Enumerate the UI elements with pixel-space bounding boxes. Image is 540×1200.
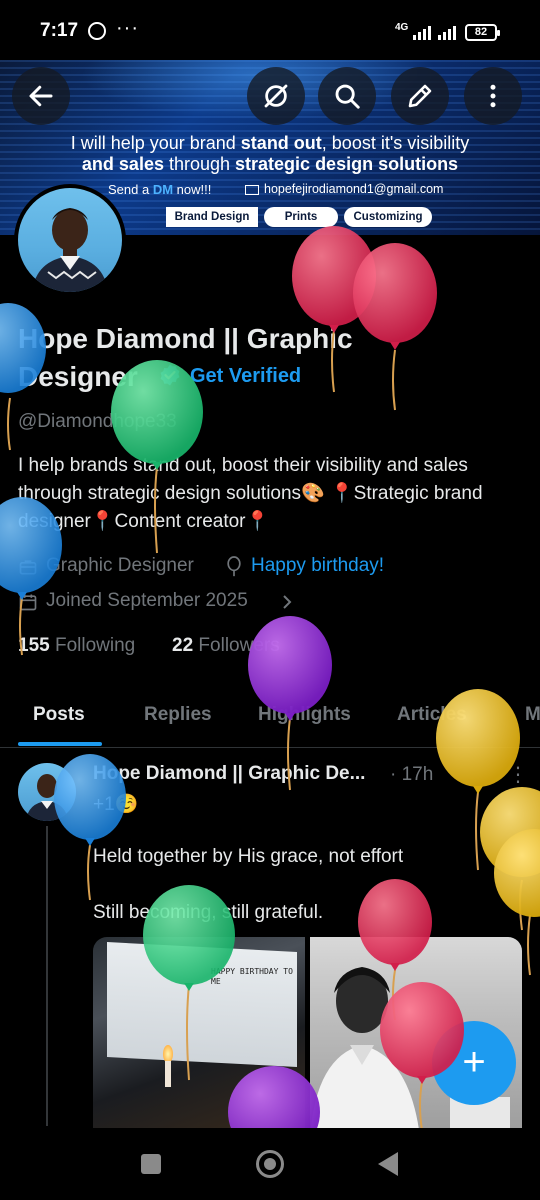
post-time: · 17h: [390, 764, 434, 785]
arrow-left-icon: [29, 85, 53, 107]
profile-bio: I help brands stand out, boost their vis…: [18, 455, 483, 532]
following-count: 155: [18, 635, 50, 656]
system-nav-bar: [0, 1128, 540, 1200]
battery-icon: 82: [465, 24, 500, 41]
post-avatar[interactable]: [18, 763, 76, 821]
banner-text: through: [163, 154, 236, 174]
following-link[interactable]: 155 Following: [18, 635, 135, 657]
system-back-button[interactable]: [378, 1152, 398, 1176]
post-more-icon[interactable]: ⋮: [508, 762, 528, 787]
post-avatar-illustration: [26, 774, 68, 821]
birthday-link[interactable]: Happy birthday!: [251, 555, 384, 577]
status-time: 7:17: [40, 20, 79, 41]
mail-icon: [245, 185, 259, 195]
get-verified-link[interactable]: Get Verified: [190, 365, 301, 388]
whatsapp-icon: [88, 22, 106, 40]
banner-text: now!!!: [173, 182, 212, 197]
back-button[interactable]: [12, 67, 70, 125]
chevron-right-icon[interactable]: [280, 593, 294, 611]
banner-text-bold: strategic design solutions: [235, 154, 459, 174]
banner-text: Send a: [108, 182, 153, 197]
banner-tag: Customizing: [344, 207, 432, 227]
banner-line-1: I will help your brand stand out, boost …: [0, 133, 540, 154]
briefcase-icon: [19, 560, 37, 575]
followers-label: Followers: [198, 635, 280, 656]
hide-button[interactable]: [247, 67, 305, 125]
recent-apps-button[interactable]: [141, 1154, 161, 1174]
post-text-line: +1☺️: [93, 794, 139, 815]
profile-tabs: Posts Replies Highlights Articles M: [0, 690, 540, 748]
plus-icon: +: [462, 1040, 486, 1084]
status-more-dots: ···: [116, 17, 139, 39]
banner-text-bold: and sales: [81, 154, 164, 174]
post-image-laptop[interactable]: HAPPY BIRTHDAY TO ME: [93, 937, 305, 1137]
laptop-screen-text: HAPPY BIRTHDAY TO ME: [211, 967, 293, 986]
edit-button[interactable]: [391, 67, 449, 125]
calendar-icon: [19, 594, 37, 611]
more-options-button[interactable]: [464, 67, 522, 125]
banner-dm: DM: [152, 182, 174, 197]
banner-dm-line: Send a DM now!!!: [108, 182, 211, 197]
banner-line-2: and sales through strategic design solut…: [0, 154, 540, 175]
pencil-icon: [408, 84, 432, 108]
balloon-icon: [227, 556, 241, 577]
verified-badge-icon: [160, 364, 180, 386]
tab-replies[interactable]: Replies: [144, 704, 212, 726]
search-icon: [335, 84, 360, 109]
avatar-person-illustration: [32, 208, 108, 292]
profile-profession: Graphic Designer: [46, 555, 194, 576]
status-bar: 7:17 ··· 4G 82: [0, 0, 540, 60]
compose-button[interactable]: +: [432, 1021, 516, 1105]
search-button[interactable]: [318, 67, 376, 125]
banner-text-bold: stand out: [240, 133, 322, 153]
followers-link[interactable]: 22 Followers: [172, 635, 280, 657]
eye-slash-icon: [264, 84, 288, 108]
signal-icon: [438, 24, 456, 40]
active-tab-indicator: [18, 742, 102, 746]
profile-joined: Joined September 2025: [46, 590, 248, 611]
banner-tag: Brand Design: [166, 207, 258, 227]
avatar[interactable]: [14, 184, 126, 296]
candle: [165, 1061, 171, 1087]
network-type: 4G: [395, 22, 409, 33]
avatar-photo: [18, 188, 122, 292]
followers-count: 22: [172, 635, 194, 656]
thread-line: [46, 826, 48, 1126]
more-vertical-icon: [490, 84, 496, 108]
laptop-screen: [107, 942, 297, 1067]
banner-text: I will help your brand: [70, 133, 241, 153]
profile-handle: @Diamondhope33: [18, 411, 177, 432]
signal-icon: [413, 24, 431, 40]
banner-tag: Prints: [264, 207, 338, 227]
post-text-line: Held together by His grace, not effort: [93, 846, 404, 867]
tab-posts[interactable]: Posts: [33, 704, 85, 726]
home-button[interactable]: [256, 1150, 284, 1178]
post-text-line: Still becoming, still grateful.: [93, 902, 324, 923]
tab-articles[interactable]: Articles: [397, 704, 467, 726]
banner-text: , boost it's visibility: [321, 133, 470, 153]
balloon: [480, 787, 540, 931]
banner-email: hopefejirodiamond1@gmail.com: [264, 182, 444, 196]
post-author[interactable]: Hope Diamond || Graphic De...: [93, 763, 365, 785]
tab-highlights[interactable]: Highlights: [258, 704, 351, 726]
following-label: Following: [54, 635, 136, 656]
tab-media[interactable]: M: [525, 704, 540, 726]
